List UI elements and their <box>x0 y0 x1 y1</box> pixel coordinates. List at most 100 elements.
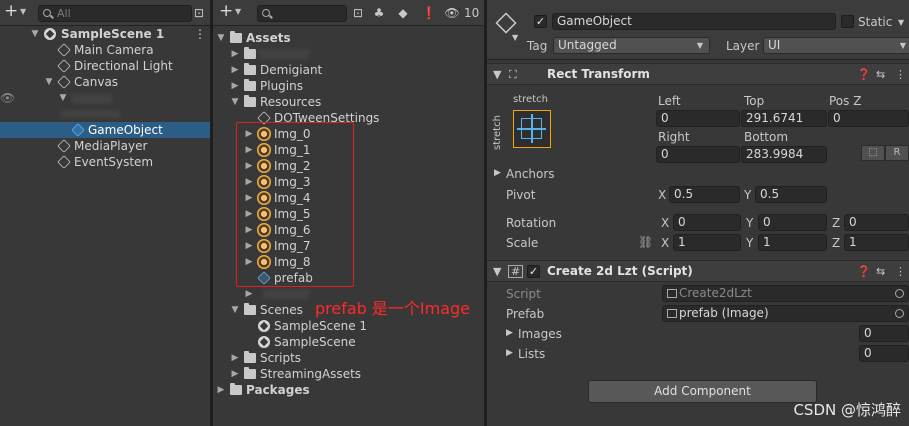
create-plus-icon[interactable]: + <box>4 3 18 20</box>
anchor-presets-button[interactable] <box>513 110 551 148</box>
help-icon[interactable]: ❓ <box>857 265 871 278</box>
hierarchy-search-input[interactable]: All <box>38 5 192 22</box>
asset-scene-b[interactable]: SampleScene <box>213 334 484 350</box>
presets-icon[interactable]: ⇆ <box>876 68 885 81</box>
collapse-triangle-icon[interactable]: ▶ <box>230 46 240 62</box>
rotation-y-field[interactable]: 0 <box>758 214 827 231</box>
hierarchy-item-hidden[interactable]: 👁 ▼ <box>0 90 210 106</box>
layer-label: Layer <box>726 39 760 53</box>
folder-demigiant[interactable]: ▶ Demigiant <box>213 62 484 78</box>
presets-icon[interactable]: ⇆ <box>876 265 885 278</box>
filter-type-icon[interactable]: ♣ <box>370 4 388 22</box>
prefab-field[interactable]: prefab (Image) <box>662 305 909 322</box>
images-size-field[interactable]: 0 <box>859 325 909 342</box>
layer-dropdown[interactable]: UI ▼ <box>763 37 909 54</box>
raw-edit-button[interactable]: R <box>885 145 909 161</box>
folder-hidden[interactable]: ▶ <box>213 46 484 62</box>
blueprint-mode-button[interactable]: ⬚ <box>861 145 885 161</box>
scene-visibility-icon[interactable]: ⊡ <box>190 4 208 22</box>
label-icon[interactable]: ◆ <box>394 4 412 22</box>
hierarchy-item-eventsystem[interactable]: EventSystem <box>0 154 210 170</box>
component-menu-icon[interactable]: ⋮ <box>895 68 906 81</box>
lists-label[interactable]: Lists <box>518 347 545 361</box>
hierarchy-item-directional-light[interactable]: Directional Light <box>0 58 210 74</box>
left-field[interactable]: 0 <box>656 110 740 127</box>
expand-triangle-icon[interactable]: ▼ <box>44 74 54 90</box>
anchors-foldout-icon[interactable]: ▶ <box>494 168 501 178</box>
images-foldout-icon[interactable]: ▶ <box>506 328 513 338</box>
asset-scene-a[interactable]: SampleScene 1 <box>213 318 484 334</box>
folder-scripts[interactable]: ▶ Scripts <box>213 350 484 366</box>
project-search-input[interactable] <box>257 5 347 22</box>
hierarchy-item-mediaplayer[interactable]: MediaPlayer <box>0 138 210 154</box>
search-type-icon[interactable]: ⊡ <box>349 4 367 22</box>
bottom-field[interactable]: 283.9984 <box>741 146 827 163</box>
hierarchy-item-gameobject[interactable]: GameObject <box>0 122 210 138</box>
collapse-triangle-icon[interactable]: ▶ <box>244 286 254 302</box>
rotation-x-field[interactable]: 0 <box>673 214 741 231</box>
tag-dropdown[interactable]: Untagged ▼ <box>553 37 710 54</box>
hierarchy-item-main-camera[interactable]: Main Camera <box>0 42 210 58</box>
object-picker-icon[interactable] <box>895 309 904 318</box>
object-name-field[interactable]: GameObject <box>552 13 836 30</box>
top-field[interactable]: 291.6741 <box>741 110 827 127</box>
visibility-eye-icon[interactable]: 👁 <box>0 90 15 106</box>
rotation-z-field[interactable]: 0 <box>844 214 909 231</box>
foldout-triangle-icon[interactable]: ▼ <box>493 68 501 81</box>
collapse-triangle-icon[interactable]: ▶ <box>230 62 240 78</box>
foldout-triangle-icon[interactable]: ▼ <box>493 265 501 278</box>
static-checkbox[interactable] <box>841 15 854 28</box>
icon-dropdown-caret-icon[interactable]: ▼ <box>512 33 518 42</box>
collapse-triangle-icon[interactable]: ▶ <box>216 382 226 398</box>
expand-triangle-icon[interactable]: ▼ <box>230 94 240 110</box>
help-icon[interactable]: ❓ <box>857 68 871 81</box>
active-checkbox[interactable]: ✓ <box>534 15 547 28</box>
component-menu-icon[interactable]: ⋮ <box>895 265 906 278</box>
pivot-x-field[interactable]: 0.5 <box>669 186 740 203</box>
right-field[interactable]: 0 <box>656 146 740 163</box>
warning-icon[interactable]: ❗ <box>420 4 438 22</box>
create-plus-icon[interactable]: + <box>219 3 233 20</box>
hierarchy-item-canvas[interactable]: ▼ Canvas <box>0 74 210 90</box>
pivot-label: Pivot <box>506 188 536 202</box>
gameobject-icon <box>57 155 71 169</box>
expand-triangle-icon[interactable]: ▼ <box>216 30 226 46</box>
static-dropdown-caret-icon[interactable]: ▼ <box>898 18 904 27</box>
scale-y-field[interactable]: 1 <box>758 234 827 251</box>
eye-icon[interactable]: 👁 <box>443 4 461 22</box>
scene-name: SampleScene 1 <box>61 27 165 41</box>
pivot-y-field[interactable]: 0.5 <box>755 186 827 203</box>
expand-triangle-icon[interactable]: ▼ <box>230 302 240 318</box>
images-label[interactable]: Images <box>518 327 562 341</box>
constrain-link-icon[interactable]: ⛓ <box>638 235 653 249</box>
posz-field[interactable]: 0 <box>828 110 909 127</box>
collapse-triangle-icon[interactable]: ▶ <box>230 366 240 382</box>
image-asset-icon <box>667 309 677 318</box>
create-caret-icon[interactable]: ▼ <box>235 7 241 16</box>
add-component-button[interactable]: Add Component <box>588 380 817 403</box>
folder-plugins[interactable]: ▶ Plugins <box>213 78 484 94</box>
scene-row[interactable]: ▼ SampleScene 1 ⋮ <box>0 26 210 42</box>
hierarchy-item-hidden-2[interactable] <box>0 106 210 122</box>
folder-packages[interactable]: ▶ Packages <box>213 382 484 398</box>
scale-z-field[interactable]: 1 <box>844 234 909 251</box>
component-enabled-checkbox[interactable]: ✓ <box>527 265 540 278</box>
create-caret-icon[interactable]: ▼ <box>20 7 26 16</box>
blurred-name <box>259 49 309 59</box>
folder-resources[interactable]: ▼ Resources <box>213 94 484 110</box>
lists-foldout-icon[interactable]: ▶ <box>506 348 513 358</box>
folder-assets[interactable]: ▼ Assets <box>213 30 484 46</box>
collapse-triangle-icon[interactable]: ▶ <box>230 350 240 366</box>
rect-transform-header[interactable]: ▼ ⛶ Rect Transform ❓ ⇆ ⋮ <box>487 63 909 85</box>
anchors-label[interactable]: Anchors <box>506 167 555 181</box>
scene-menu-icon[interactable]: ⋮ <box>194 26 206 42</box>
script-component-header[interactable]: ▼ # ✓ Create 2d Lzt (Script) ❓ ⇆ ⋮ <box>487 260 909 282</box>
folder-label: Scenes <box>260 303 303 317</box>
folder-streaming-assets[interactable]: ▶ StreamingAssets <box>213 366 484 382</box>
collapse-triangle-icon[interactable]: ▶ <box>230 78 240 94</box>
rotation-z-label: Z <box>832 216 841 230</box>
scale-x-field[interactable]: 1 <box>673 234 741 251</box>
expand-triangle-icon[interactable]: ▼ <box>30 26 40 42</box>
expand-triangle-icon[interactable]: ▼ <box>58 90 68 106</box>
lists-size-field[interactable]: 0 <box>859 345 909 362</box>
